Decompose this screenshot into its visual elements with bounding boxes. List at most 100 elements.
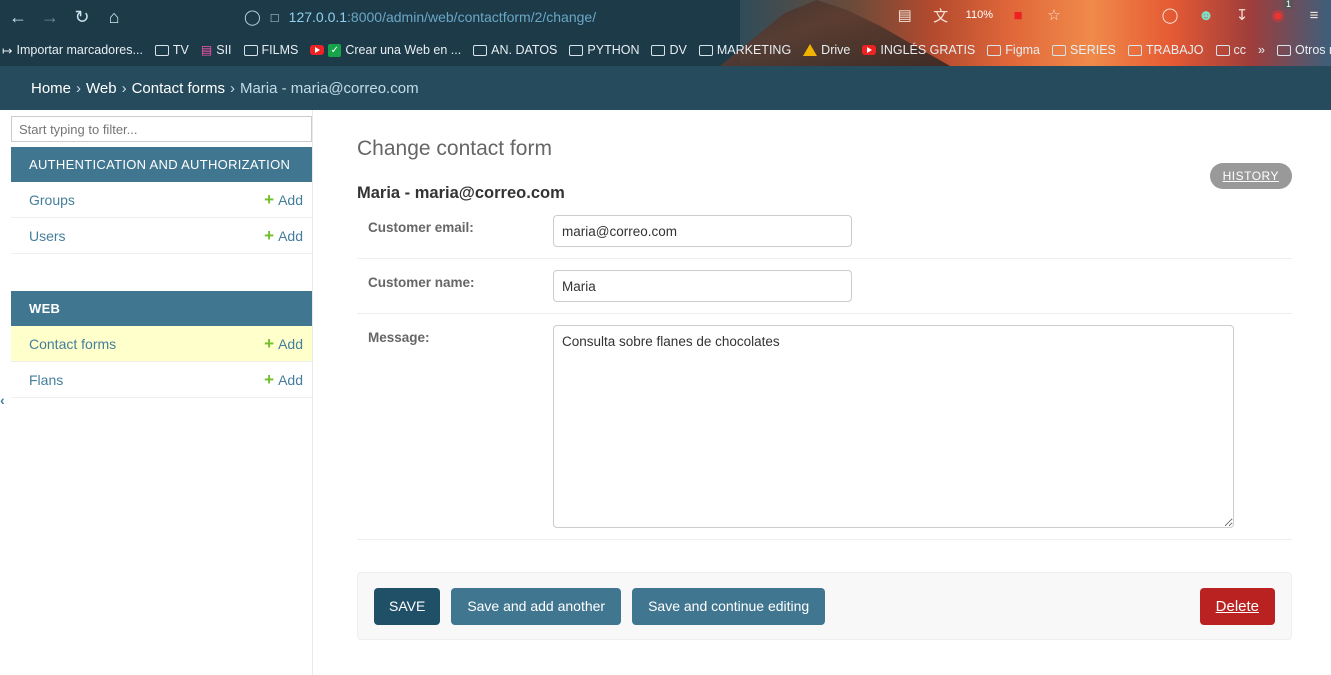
folder-icon [1215,44,1230,56]
bookmarks-bar: ↦ Importar marcadores... TV ▤ SII FILMS ✓ C… [0,38,1331,62]
reload-icon[interactable]: ↻ [68,3,96,31]
content: Change contact form HISTORY Maria - mari… [313,110,1331,675]
email-label: Customer email: [368,220,474,235]
download-icon[interactable]: ↧ [1231,4,1253,26]
sidebar-item-label[interactable]: Users [29,228,66,244]
bookmark-tv[interactable]: TV [154,43,189,57]
address-bar[interactable]: ◯ □ 127.0.0.1:8000/admin/web/contactform… [244,5,596,29]
sii-icon: ▤ [200,43,213,57]
folder-icon [698,44,713,56]
bookmark-import[interactable]: ↦ Importar marcadores... [2,43,143,58]
bookmark-python[interactable]: PYTHON [569,43,639,57]
reader-view-icon[interactable]: ▤ [894,4,916,26]
folder-icon [1127,44,1142,56]
page-title: Change contact form [357,137,552,160]
message-label: Message: [368,330,430,345]
zoom-level[interactable]: 110% [966,9,993,21]
add-contact-form-link[interactable]: + Add [264,335,303,352]
bookmark-an-datos[interactable]: AN. DATOS [473,43,557,57]
add-users-link[interactable]: + Add [264,227,303,244]
save-and-add-another-button[interactable]: Save and add another [451,587,622,625]
star-icon[interactable]: ☆ [1043,4,1065,26]
bookmark-crear-web[interactable]: ✓ Crear una Web en ... [310,43,461,57]
breadcrumb-home[interactable]: Home [31,80,71,97]
add-groups-link[interactable]: + Add [264,191,303,208]
sidebar-item-contact-forms: Contact forms + Add [11,326,312,362]
bookmark-figma[interactable]: Figma [987,43,1040,57]
bookmark-films[interactable]: FILMS [243,43,298,57]
bookmark-ingles[interactable]: INGLÉS GRATIS [862,43,975,57]
module-caption-auth[interactable]: AUTHENTICATION AND AUTHORIZATION [11,147,312,182]
main-area: ‹ AUTHENTICATION AND AUTHORIZATION Group… [0,110,1331,675]
module-caption-web[interactable]: WEB [11,291,312,326]
back-arrow-icon[interactable]: ← [4,3,32,31]
pdf-icon[interactable]: ■ [1007,4,1029,26]
breadcrumb-separator: › [229,79,235,97]
youtube-icon [310,45,325,55]
plus-icon: + [264,334,275,353]
form-row-email: Customer email: [357,211,1292,259]
sidebar-item-label[interactable]: Flans [29,372,63,388]
sidebar-item-label[interactable]: Contact forms [29,336,116,352]
object-title: Maria - maria@correo.com [357,184,565,202]
folder-icon [154,44,169,56]
module-auth: AUTHENTICATION AND AUTHORIZATION Groups … [11,147,312,254]
drive-icon [803,44,818,56]
history-button[interactable]: HISTORY [1209,163,1292,189]
translate-icon[interactable]: 文 [930,4,952,26]
folder-icon [1276,44,1291,56]
bookmark-trabajo[interactable]: TRABAJO [1127,43,1204,57]
name-field[interactable] [553,270,852,302]
add-flan-link[interactable]: + Add [264,371,303,388]
bookmark-otros[interactable]: Otros marcadores [1276,43,1331,57]
home-icon[interactable]: ⌂ [100,3,128,31]
pocket-icon[interactable]: ◯ [1159,4,1181,26]
menu-icon[interactable]: ≡ [1303,4,1325,26]
sidebar-item-groups: Groups + Add [11,182,312,218]
sidebar-item-users: Users + Add [11,218,312,254]
folder-icon [569,44,584,56]
breadcrumb: Home › Web › Contact forms › Maria - mar… [0,66,1331,110]
browser-chrome: ← → ↻ ⌂ ◯ □ 127.0.0.1:8000/admin/web/con… [0,0,1331,66]
delete-button[interactable]: Delete [1199,587,1275,625]
toolbar-right: ▤ 文 110% ■ ☆ ◯ ☻ ↧ ◉ 1 ≡ [894,0,1325,26]
bookmark-sii[interactable]: ▤ SII [201,43,232,57]
extension-icon[interactable]: ◉ 1 [1267,0,1293,26]
nav-filter-input[interactable] [11,116,312,142]
bookmark-series[interactable]: SERIES [1052,43,1116,57]
plus-icon: + [264,370,275,389]
plus-icon: + [264,226,275,245]
sidebar-item-label[interactable]: Groups [29,192,75,208]
save-and-continue-button[interactable]: Save and continue editing [632,587,826,625]
submit-row: SAVE Save and add another Save and conti… [357,572,1292,640]
notification-badge: 1 [1283,0,1293,9]
folder-icon [243,44,258,56]
url-host: 127.0.0.1 [288,9,348,25]
breadcrumb-app[interactable]: Web [86,80,117,97]
email-field[interactable] [553,215,852,247]
nav-sidebar: AUTHENTICATION AND AUTHORIZATION Groups … [0,110,313,675]
folder-icon [987,44,1002,56]
shield-icon[interactable]: ◯ [244,8,261,26]
breadcrumb-separator: › [121,79,127,97]
breadcrumb-model[interactable]: Contact forms [132,80,225,97]
form-row-message: Message: Consulta sobre flanes de chocol… [357,314,1292,540]
bookmark-marketing[interactable]: MARKETING [698,43,791,57]
bookmark-drive[interactable]: Drive [803,43,850,57]
forward-arrow-icon[interactable]: → [36,3,64,31]
plus-icon: + [264,190,275,209]
message-field[interactable]: Consulta sobre flanes de chocolates [553,325,1234,528]
bookmarks-overflow-icon[interactable]: » [1258,43,1265,57]
bookmark-cc[interactable]: cc [1215,43,1246,57]
account-icon[interactable]: ☻ [1195,4,1217,26]
import-icon: ↦ [2,43,13,58]
bookmark-dv[interactable]: DV [651,43,687,57]
form-row-name: Customer name: [357,259,1292,314]
save-button[interactable]: SAVE [374,587,441,625]
sidebar-item-flans: Flans + Add [11,362,312,398]
breadcrumb-separator: › [76,79,82,97]
collapse-sidebar-icon[interactable]: ‹ [0,392,5,408]
folder-icon [473,44,488,56]
url-path: :8000/admin/web/contactform/2/change/ [347,9,597,25]
breadcrumb-current: Maria - maria@correo.com [239,79,419,97]
